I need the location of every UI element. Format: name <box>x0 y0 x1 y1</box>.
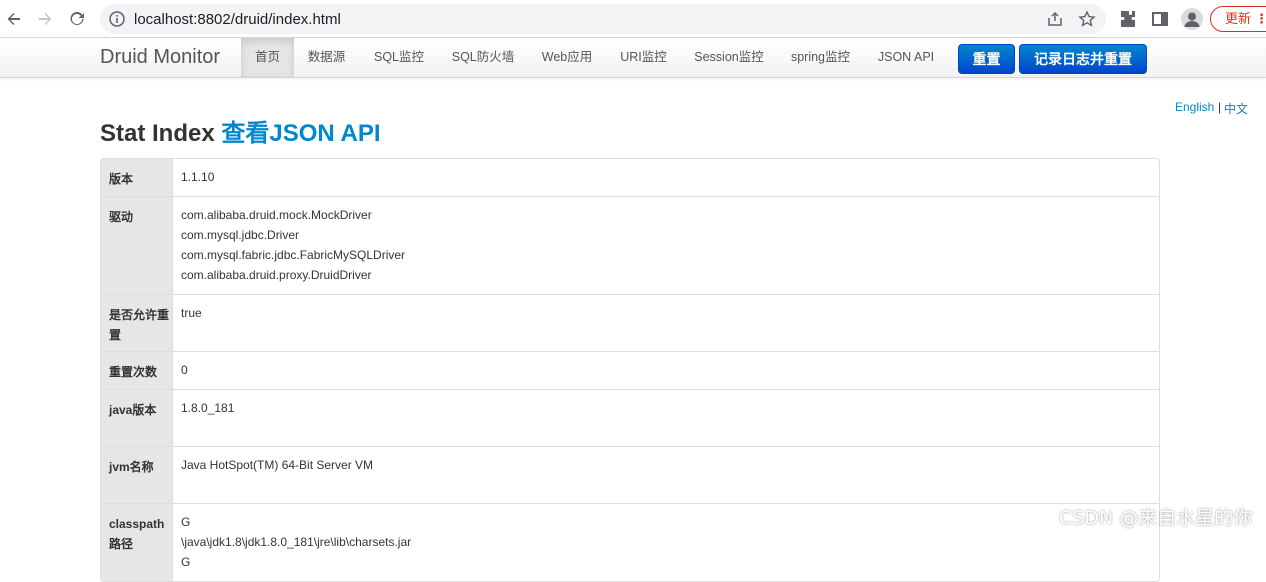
nav-item-sql-firewall[interactable]: SQL防火墙 <box>443 38 523 77</box>
update-label: 更新 <box>1225 11 1252 26</box>
lang-separator: | <box>1218 100 1222 114</box>
table-row: 是否允许重置 true <box>101 294 1159 351</box>
info-icon[interactable] <box>108 10 126 28</box>
table-row: jvm名称 Java HotSpot(TM) 64-Bit Server VM <box>101 446 1159 503</box>
page-title: Stat Index 查看JSON API <box>100 113 381 148</box>
nav-item-web-app[interactable]: Web应用 <box>532 38 602 77</box>
lang-chinese-link[interactable]: 中文 <box>1224 100 1248 117</box>
back-icon[interactable] <box>2 7 26 31</box>
update-button[interactable]: 更新 ⋮ <box>1210 6 1266 32</box>
row-label: jvm名称 <box>109 460 154 474</box>
value-line: 1.1.10 <box>181 170 215 184</box>
row-value: Java HotSpot(TM) 64-Bit Server VM <box>173 447 1159 503</box>
reload-icon[interactable] <box>65 7 89 31</box>
brand-title[interactable]: Druid Monitor <box>100 46 220 69</box>
row-header: 驱动 <box>101 197 173 294</box>
value-line: G <box>181 515 191 529</box>
nav-item-spring[interactable]: spring监控 <box>782 38 859 77</box>
row-header: java版本 <box>101 390 173 446</box>
value-line: com.alibaba.druid.mock.MockDriver <box>181 208 372 222</box>
nav-item-json-api[interactable]: JSON API <box>868 38 944 77</box>
row-header: 版本 <box>101 159 173 196</box>
table-row: classpath路径 G \java\jdk1.8\jdk1.8.0_181\jr… <box>101 503 1159 581</box>
table-row: 驱动 com.alibaba.druid.mock.MockDriver com.m… <box>101 196 1159 294</box>
stat-index-table: 版本 1.1.10 驱动 com.alibaba.druid.mock.MockDri… <box>100 158 1160 582</box>
row-value: G \java\jdk1.8\jdk1.8.0_181\jre\lib\chars… <box>173 504 1159 581</box>
nav-item-datasource[interactable]: 数据源 <box>298 38 355 77</box>
value-line: G <box>181 555 191 569</box>
value-line: com.mysql.jdbc.Driver <box>181 228 300 242</box>
nav-item-session[interactable]: Session监控 <box>685 38 773 77</box>
row-header: 是否允许重置 <box>101 295 173 351</box>
row-label: 驱动 <box>109 210 134 224</box>
row-label: 重置次数 <box>109 365 158 379</box>
value-line: com.mysql.fabric.jdbc.FabricMySQLDriver <box>181 248 406 262</box>
row-header: 重置次数 <box>101 352 173 389</box>
browser-toolbar: localhost:8802/druid/index.html 更新 ⋮ <box>0 0 1266 38</box>
menu-dots-icon[interactable]: ⋮ <box>1255 7 1266 31</box>
row-value: com.alibaba.druid.mock.MockDriver com.mys… <box>173 197 1159 294</box>
row-label: 是否允许重置 <box>109 308 170 342</box>
page-title-text: Stat Index <box>100 120 215 147</box>
row-value: true <box>173 295 1159 351</box>
table-row: java版本 1.8.0_181 <box>101 389 1159 446</box>
nav-item-sql[interactable]: SQL监控 <box>364 38 434 77</box>
profile-avatar-icon[interactable] <box>1181 8 1203 30</box>
share-icon[interactable] <box>1046 10 1064 28</box>
log-and-reset-button[interactable]: 记录日志并重置 <box>1019 44 1147 74</box>
row-header: classpath路径 <box>101 504 173 581</box>
value-line: 1.8.0_181 <box>181 401 235 415</box>
value-line: 0 <box>181 363 188 377</box>
value-line: \java\jdk1.8\jdk1.8.0_181\jre\lib\charse… <box>181 535 412 549</box>
row-label: classpath路径 <box>109 517 165 551</box>
table-row: 重置次数 0 <box>101 351 1159 389</box>
url-text[interactable]: localhost:8802/druid/index.html <box>134 11 341 28</box>
json-api-link[interactable]: 查看JSON API <box>221 120 380 147</box>
row-value: 1.8.0_181 <box>173 390 1159 446</box>
row-label: 版本 <box>109 172 134 186</box>
nav-item-uri[interactable]: URI监控 <box>611 38 676 77</box>
row-label: java版本 <box>109 403 157 417</box>
row-header: jvm名称 <box>101 447 173 503</box>
value-line: com.alibaba.druid.proxy.DruidDriver <box>181 268 372 282</box>
bookmark-star-icon[interactable] <box>1078 10 1096 28</box>
row-value: 1.1.10 <box>173 159 1159 196</box>
watermark: CSDN @来自水星的你 <box>1059 507 1253 529</box>
lang-english-link[interactable]: English <box>1175 100 1214 114</box>
value-line: Java HotSpot(TM) 64-Bit Server VM <box>181 458 374 472</box>
table-row: 版本 1.1.10 <box>101 159 1159 196</box>
value-line: true <box>181 306 202 320</box>
nav-item-home[interactable]: 首页 <box>241 38 294 77</box>
reset-button[interactable]: 重置 <box>958 44 1015 74</box>
druid-navbar: Druid Monitor 首页 数据源 SQL监控 SQL防火墙 Web应用 … <box>0 38 1266 78</box>
address-bar[interactable]: localhost:8802/druid/index.html <box>100 4 1106 34</box>
extensions-icon[interactable] <box>1118 9 1138 29</box>
side-panel-icon[interactable] <box>1150 9 1170 29</box>
row-value: 0 <box>173 352 1159 389</box>
forward-icon[interactable] <box>33 7 57 31</box>
